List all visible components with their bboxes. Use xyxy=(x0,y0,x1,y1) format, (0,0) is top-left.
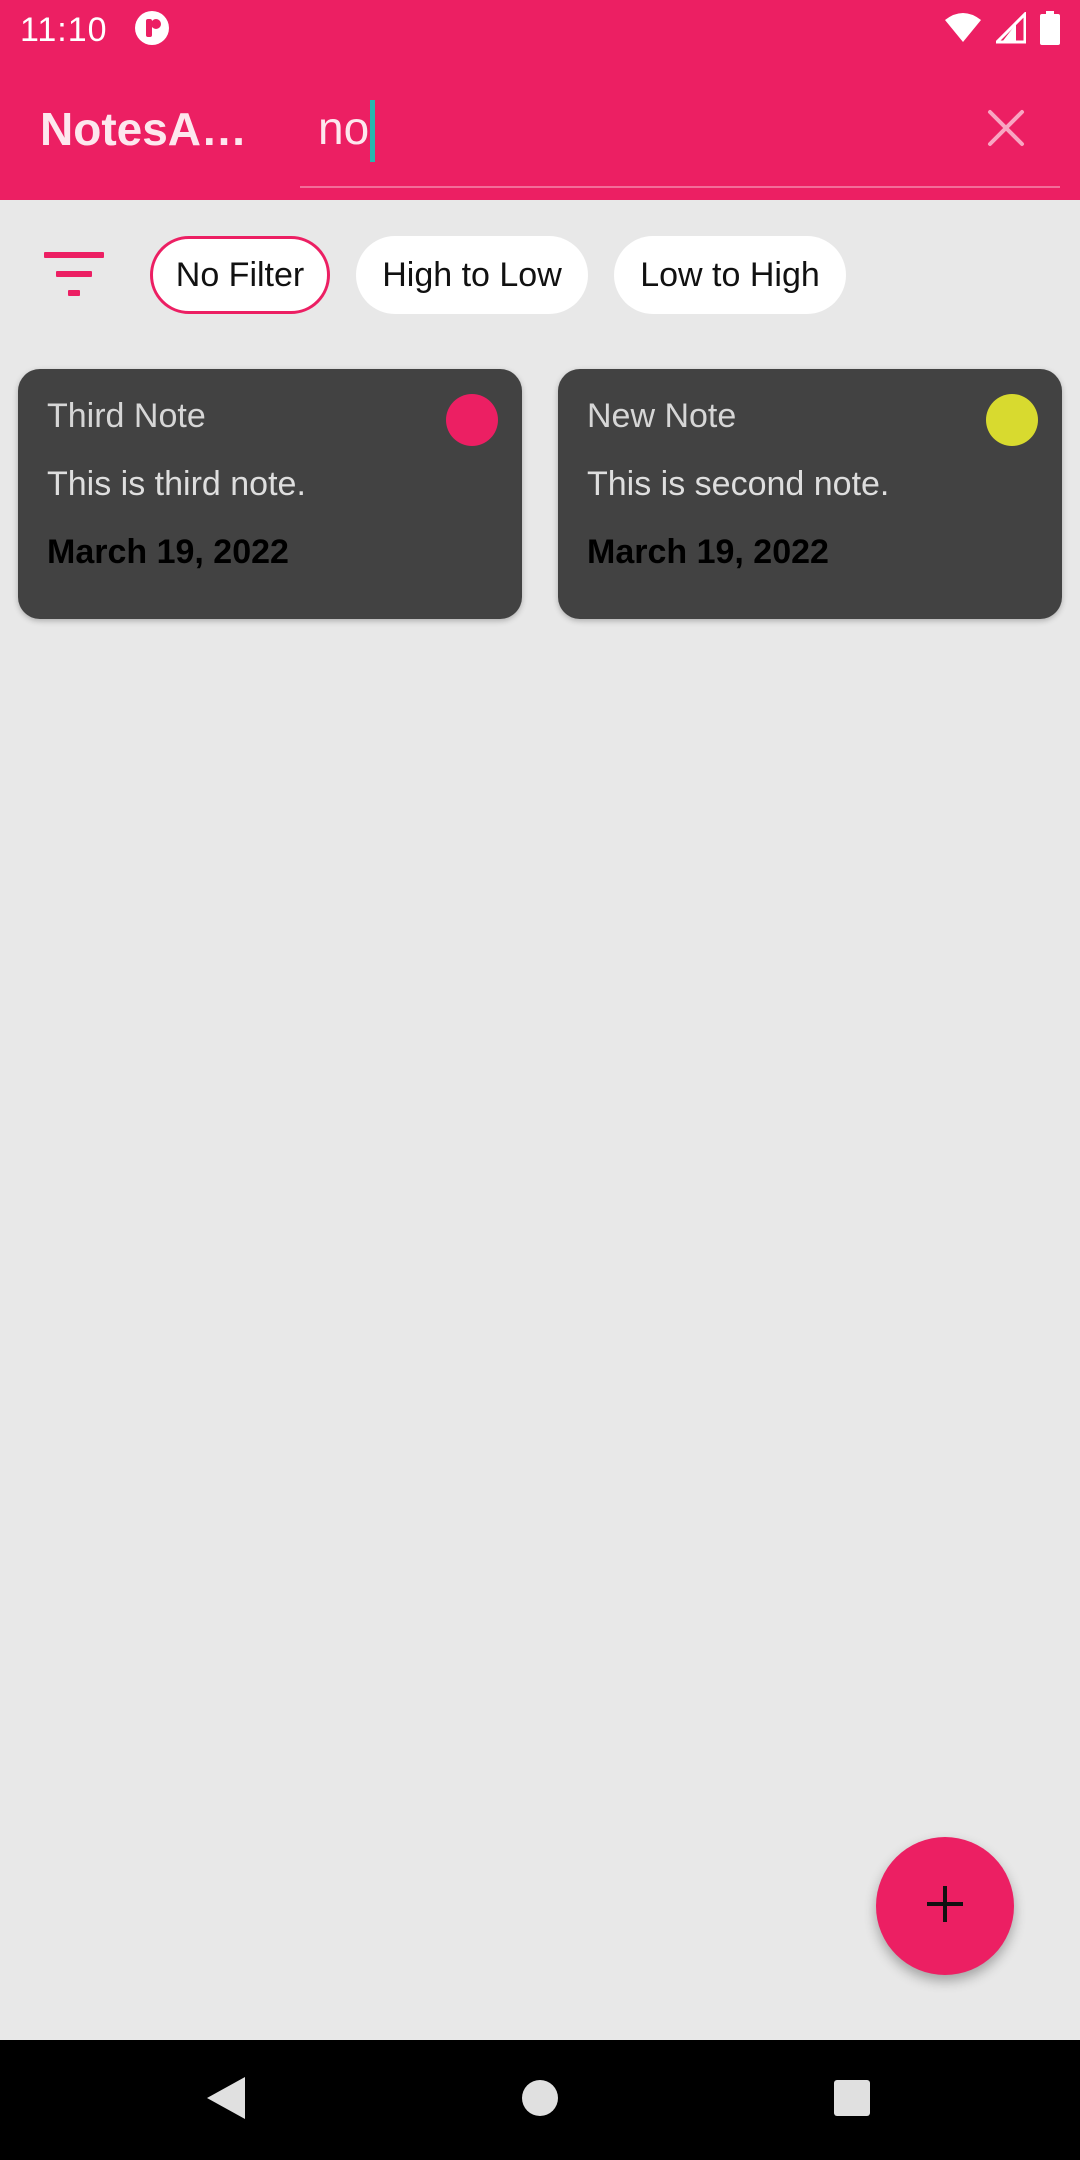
close-icon xyxy=(986,108,1026,153)
plus-icon xyxy=(925,1884,965,1929)
search-field xyxy=(300,78,1060,188)
chip-label: No Filter xyxy=(175,255,305,294)
chip-label: Low to High xyxy=(640,255,820,294)
status-time: 11:10 xyxy=(20,10,108,49)
clear-search-button[interactable] xyxy=(976,100,1036,160)
back-icon xyxy=(205,2075,247,2126)
back-button[interactable] xyxy=(196,2070,256,2130)
text-cursor xyxy=(370,100,375,162)
app-title: NotesA… xyxy=(40,103,248,155)
chip-no-filter[interactable]: No Filter xyxy=(150,236,330,314)
status-bar: 11:10 xyxy=(0,0,1080,60)
status-left: 11:10 xyxy=(20,10,170,51)
status-right xyxy=(944,9,1060,50)
recents-icon xyxy=(833,2079,871,2122)
battery-icon xyxy=(1040,10,1060,50)
chip-low-to-high[interactable]: Low to High xyxy=(614,236,846,314)
app-notification-icon xyxy=(134,10,170,51)
add-note-button[interactable] xyxy=(876,1837,1014,1975)
home-icon xyxy=(520,2078,560,2123)
navigation-bar xyxy=(0,2040,1080,2160)
home-button[interactable] xyxy=(510,2070,570,2130)
note-card[interactable]: New Note This is second note. March 19, … xyxy=(558,369,1062,619)
note-body: This is third note. xyxy=(47,465,306,503)
note-date: March 19, 2022 xyxy=(587,533,829,571)
note-body: This is second note. xyxy=(587,465,890,503)
note-title: New Note xyxy=(587,397,737,435)
recents-button[interactable] xyxy=(822,2070,882,2130)
note-title: Third Note xyxy=(47,397,206,435)
priority-indicator xyxy=(446,394,498,446)
chip-high-to-low[interactable]: High to Low xyxy=(356,236,588,314)
wifi-icon xyxy=(944,12,982,49)
app-bar: NotesA… xyxy=(0,60,1080,200)
filter-icon[interactable] xyxy=(44,250,106,300)
note-card[interactable]: Third Note This is third note. March 19,… xyxy=(18,369,522,619)
signal-icon xyxy=(993,9,1027,49)
priority-indicator xyxy=(986,394,1038,446)
search-input[interactable] xyxy=(318,88,938,168)
chip-label: High to Low xyxy=(382,255,562,294)
note-date: March 19, 2022 xyxy=(47,533,289,571)
filter-row: No Filter High to Low Low to High xyxy=(0,236,1080,314)
